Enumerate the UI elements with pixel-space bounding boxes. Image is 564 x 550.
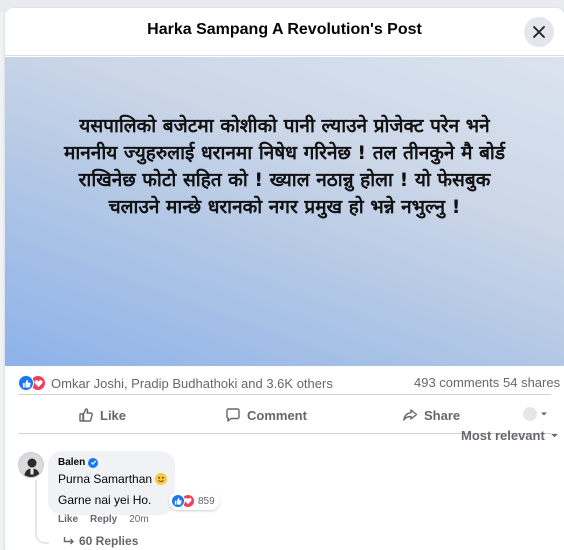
comment-label: Comment <box>247 407 307 423</box>
post-text-line: राखिनेछ फोटो सहित को ! ख्याल नठान्नु होल… <box>78 169 491 191</box>
replies-count: 60 Replies <box>79 534 139 548</box>
reply-thread-line <box>35 480 49 544</box>
chevron-down-icon <box>541 412 547 416</box>
avatar[interactable] <box>18 452 44 478</box>
dialog-header: Harka Sampang A Revolution's Post <box>5 8 564 56</box>
like-icon <box>171 494 185 508</box>
smile-emoji-icon <box>155 473 168 485</box>
comment-like-link[interactable]: Like <box>58 514 78 525</box>
comment-button[interactable]: Comment <box>225 395 307 435</box>
comment-line-1: Purna Samarthan <box>58 472 153 486</box>
like-icon <box>18 375 34 391</box>
post-text: यसपालिको बजेटमा कोशीको पानी ल्याउने प्रो… <box>25 113 544 221</box>
like-button[interactable]: Like <box>78 395 126 435</box>
profile-avatar-icon <box>523 407 537 421</box>
comments-count[interactable]: 493 comments <box>414 375 499 390</box>
chevron-down-icon <box>550 433 558 438</box>
close-button[interactable] <box>524 17 554 47</box>
comment-actions: Like Reply 20m <box>58 514 149 525</box>
dialog-title: Harka Sampang A Revolution's Post <box>147 21 422 38</box>
profile-picture-icon <box>19 453 43 477</box>
post-dialog: Harka Sampang A Revolution's Post यसपालि… <box>5 8 564 550</box>
comment-reaction-count: 859 <box>198 495 215 507</box>
comment-bubble: Balen Purna Samarthan Garne nai yei Ho. <box>48 451 175 515</box>
sort-dropdown[interactable]: Most relevant <box>461 428 559 443</box>
comment-line-2: Garne nai yei Ho. <box>58 493 152 507</box>
comment-author[interactable]: Balen <box>58 457 99 468</box>
share-label: Share <box>424 407 461 423</box>
reaction-summary[interactable] <box>18 375 48 391</box>
reactors-text[interactable]: Omkar Joshi, Pradip Budhathoki and 3.6K … <box>51 376 333 391</box>
like-label: Like <box>100 407 127 423</box>
comment-text: Purna Samarthan <box>58 472 168 486</box>
comment-timestamp[interactable]: 20m <box>129 514 148 525</box>
author-name: Balen <box>58 457 86 468</box>
verified-badge-icon <box>88 457 99 468</box>
sort-label: Most relevant <box>461 428 545 443</box>
shares-count[interactable]: 54 shares <box>503 375 560 390</box>
post-text-line: माननीय ज्युहरुलाई धरानमा निषेध गरिनेछ ! … <box>63 142 506 164</box>
share-icon <box>403 409 418 421</box>
reply-arrow-icon <box>63 537 74 545</box>
post-text-line: यसपालिको बजेटमा कोशीको पानी ल्याउने प्रो… <box>79 115 490 137</box>
thumbs-up-icon <box>79 408 93 422</box>
audience-selector[interactable] <box>523 407 548 421</box>
post-image[interactable]: यसपालिको बजेटमा कोशीको पानी ल्याउने प्रो… <box>5 57 564 366</box>
view-replies-link[interactable]: 60 Replies <box>63 534 138 548</box>
comment-reaction-summary[interactable]: 859 <box>169 492 220 510</box>
post-text-line: चलाउने मान्छे धरानको नगर प्रमुख हो भन्ने… <box>108 196 461 218</box>
close-icon <box>533 26 545 38</box>
share-button[interactable]: Share <box>402 395 460 435</box>
comment-icon <box>226 408 240 422</box>
comment-reply-link[interactable]: Reply <box>90 514 117 525</box>
